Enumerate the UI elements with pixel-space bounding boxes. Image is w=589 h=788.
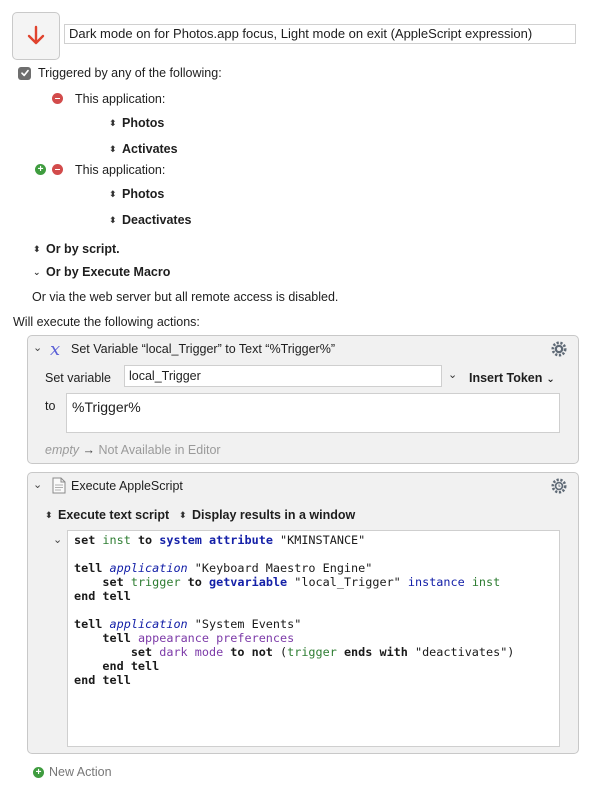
updown-icon: ⬍ [179, 510, 187, 520]
updown-icon: ⬍ [109, 215, 117, 225]
preview-text: Not Available in Editor [98, 443, 221, 457]
applescript-editor[interactable]: set inst to system attribute "KMINSTANCE… [67, 530, 560, 747]
add-icon: + [33, 766, 44, 778]
variable-name-dropdown-icon[interactable]: ⌄ [448, 368, 457, 381]
triggers-header: Triggered by any of the following: [18, 66, 222, 80]
trigger-2-event-select[interactable]: ⬍ Deactivates [109, 213, 192, 227]
updown-icon: ⬍ [109, 118, 117, 128]
chevron-down-icon[interactable]: ⌄ [33, 341, 42, 354]
script-mode-select[interactable]: ⬍ Execute text script [45, 508, 169, 522]
insert-token-label: Insert Token [469, 371, 543, 385]
add-trigger-icon[interactable]: + [35, 164, 46, 175]
insert-token-button[interactable]: Insert Token ⌄ [469, 371, 555, 385]
set-variable-action[interactable]: ⌄ x Set Variable “local_Trigger” to Text… [27, 335, 579, 464]
down-arrow-icon [27, 25, 45, 45]
checkmark-icon [20, 69, 29, 77]
preview-row: empty → Not Available in Editor [45, 443, 221, 457]
set-variable-label: Set variable [45, 371, 112, 385]
variable-name-input[interactable]: local_Trigger [124, 365, 442, 387]
macro-name-field[interactable]: Dark mode on for Photos.app focus, Light… [64, 24, 576, 44]
trigger-1-app-select[interactable]: ⬍ Photos [109, 116, 164, 130]
trigger-1-event-select[interactable]: ⬍ Activates [109, 142, 178, 156]
empty-label: empty [45, 443, 80, 457]
set-variable-title: Set Variable “local_Trigger” to Text “%T… [71, 342, 335, 356]
execute-applescript-action[interactable]: ⌄ Execute AppleScript ⬍ Execute text scri… [27, 472, 579, 754]
trigger-1-app-value: Photos [122, 116, 165, 130]
updown-icon: ⬍ [33, 244, 41, 254]
remove-trigger-icon[interactable]: – [52, 164, 63, 175]
new-action-button[interactable]: + New Action [33, 765, 112, 779]
trigger-1-label: This application: [75, 92, 166, 106]
execute-applescript-title: Execute AppleScript [71, 479, 183, 493]
svg-text:x: x [50, 339, 60, 359]
or-by-script-label: Or by script. [46, 242, 120, 256]
trigger-2-app-value: Photos [122, 187, 165, 201]
macro-icon-well[interactable] [12, 12, 60, 60]
actions-header: Will execute the following actions: [13, 315, 200, 329]
trigger-1-event-value: Activates [122, 142, 178, 156]
output-mode-select[interactable]: ⬍ Display results in a window [179, 508, 355, 522]
updown-icon: ⬍ [109, 189, 117, 199]
or-by-script-toggle[interactable]: ⬍ Or by script. [33, 242, 120, 256]
trigger-2-app-select[interactable]: ⬍ Photos [109, 187, 164, 201]
script-document-icon [52, 477, 66, 494]
or-by-execute-macro-label: Or by Execute Macro [46, 265, 171, 279]
or-by-execute-macro-toggle[interactable]: ⌄ Or by Execute Macro [33, 265, 170, 279]
web-server-note: Or via the web server but all remote acc… [32, 290, 339, 304]
gear-icon[interactable] [550, 340, 568, 358]
arrow-icon: → [82, 443, 96, 457]
applescript-code: set inst to system attribute "KMINSTANCE… [74, 533, 515, 687]
chevron-down-icon[interactable]: ⌄ [33, 478, 42, 491]
chevron-down-icon: ⌄ [33, 267, 41, 277]
remove-trigger-icon[interactable]: – [52, 93, 63, 104]
variable-x-icon: x [50, 339, 60, 359]
script-collapse-chevron-icon[interactable]: ⌄ [53, 533, 62, 546]
to-label: to [45, 399, 56, 413]
trigger-2-label: This application: [75, 163, 166, 177]
text-value-field[interactable]: %Trigger% [66, 393, 560, 433]
chevron-down-icon: ⌄ [546, 374, 555, 385]
gear-clock-icon[interactable] [550, 477, 568, 495]
new-action-label: New Action [49, 765, 112, 779]
trigger-2-event-value: Deactivates [122, 213, 192, 227]
updown-icon: ⬍ [45, 510, 53, 520]
script-mode-value: Execute text script [58, 508, 170, 522]
updown-icon: ⬍ [109, 144, 117, 154]
output-mode-value: Display results in a window [192, 508, 356, 522]
trigger-enabled-checkbox[interactable] [18, 66, 31, 80]
triggers-header-label: Triggered by any of the following: [38, 66, 222, 80]
